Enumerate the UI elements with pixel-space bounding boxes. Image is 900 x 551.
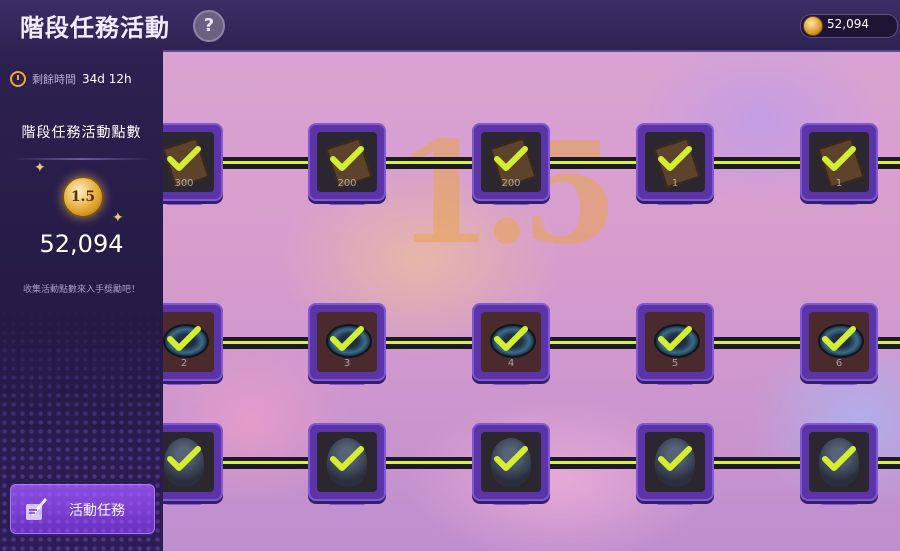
divider [12, 158, 152, 160]
claimed-check-icon [494, 146, 528, 171]
reward-node[interactable]: 4 [472, 303, 550, 385]
reward-node[interactable] [472, 423, 550, 505]
reward-node-frame: 200 [472, 123, 550, 201]
claimed-check-icon [822, 146, 856, 171]
reward-node-frame: 4 [472, 303, 550, 381]
reward-node-frame: 300 [163, 123, 223, 201]
reward-node[interactable]: 1 [800, 123, 878, 205]
reward-node-frame: 200 [308, 123, 386, 201]
reward-node-frame [636, 423, 714, 501]
reward-quantity: 200 [501, 178, 521, 189]
claimed-check-icon [822, 446, 856, 471]
reward-node-frame: 3 [308, 303, 386, 381]
reward-quantity: 2 [180, 358, 188, 369]
top-bar: 階段任務活動 ? 52,094 [0, 0, 900, 52]
points-value: 52,094 [39, 230, 124, 258]
claimed-check-icon [167, 326, 201, 351]
event-coin-icon [803, 16, 823, 36]
event-tasks-label: 活動任務 [69, 503, 125, 519]
reward-node[interactable] [800, 423, 878, 505]
claimed-check-icon [494, 446, 528, 471]
reward-node-frame: 5 [636, 303, 714, 381]
claimed-check-icon [658, 446, 692, 471]
reward-node[interactable]: 200 [472, 123, 550, 205]
remaining-time: 剩餘時間 34d 12h [10, 68, 132, 90]
reward-node-frame [163, 423, 223, 501]
remaining-time-value: 34d 12h [82, 72, 132, 86]
claimed-check-icon [330, 446, 364, 471]
reward-node[interactable] [636, 423, 714, 505]
claimed-check-icon [658, 146, 692, 171]
reward-node[interactable] [308, 423, 386, 505]
reward-node-frame [308, 423, 386, 501]
points-title: 階段任務活動點數 [21, 125, 142, 141]
reward-node[interactable]: 6 [800, 303, 878, 385]
claimed-check-icon [167, 146, 201, 171]
reward-quantity: 5 [671, 358, 679, 369]
event-coin-icon: 1.5 [62, 176, 104, 218]
sparkle-icon: ✦ [34, 160, 46, 176]
event-points-counter-value: 52,094 [827, 17, 869, 31]
claimed-check-icon [167, 446, 201, 471]
reward-node-frame [472, 423, 550, 501]
reward-node-frame: 2 [163, 303, 223, 381]
claimed-check-icon [330, 146, 364, 171]
reward-node[interactable]: 3 [308, 303, 386, 385]
sparkle-icon: ✦ [112, 210, 124, 226]
help-button[interactable]: ? [193, 10, 225, 42]
remaining-time-label: 剩餘時間 [32, 73, 76, 86]
reward-quantity: 200 [337, 178, 357, 189]
points-hint: 收集活動點數來入手獎勵吧！ [22, 285, 140, 295]
page-title: 階段任務活動 [20, 14, 170, 42]
reward-node-frame [800, 423, 878, 501]
reward-node[interactable]: 300 [163, 123, 223, 205]
claimed-check-icon [330, 326, 364, 351]
claimed-check-icon [494, 326, 528, 351]
reward-quantity: 300 [174, 178, 194, 189]
clock-icon [10, 71, 26, 87]
reward-track: 300 200 200 1 1 2 3 4 5 6 [163, 50, 900, 551]
event-points-counter: 52,094 [800, 14, 898, 38]
reward-node[interactable]: 1 [636, 123, 714, 205]
claimed-check-icon [822, 326, 856, 351]
reward-node-frame: 1 [636, 123, 714, 201]
event-sidebar: 剩餘時間 34d 12h 階段任務活動點數 ✦ ✦ 1.5 52,094 收集活… [0, 50, 163, 551]
reward-node[interactable] [163, 423, 223, 505]
reward-node[interactable]: 200 [308, 123, 386, 205]
reward-quantity: 6 [835, 358, 843, 369]
reward-node-frame: 6 [800, 303, 878, 381]
reward-node[interactable]: 5 [636, 303, 714, 385]
reward-quantity: 1 [671, 178, 679, 189]
quill-document-icon [26, 498, 47, 520]
event-tasks-button[interactable]: 活動任務 [10, 484, 155, 534]
reward-node-frame: 1 [800, 123, 878, 201]
reward-quantity: 1 [835, 178, 843, 189]
reward-quantity: 4 [507, 358, 515, 369]
reward-quantity: 3 [343, 358, 351, 369]
claimed-check-icon [658, 326, 692, 351]
reward-node[interactable]: 2 [163, 303, 223, 385]
